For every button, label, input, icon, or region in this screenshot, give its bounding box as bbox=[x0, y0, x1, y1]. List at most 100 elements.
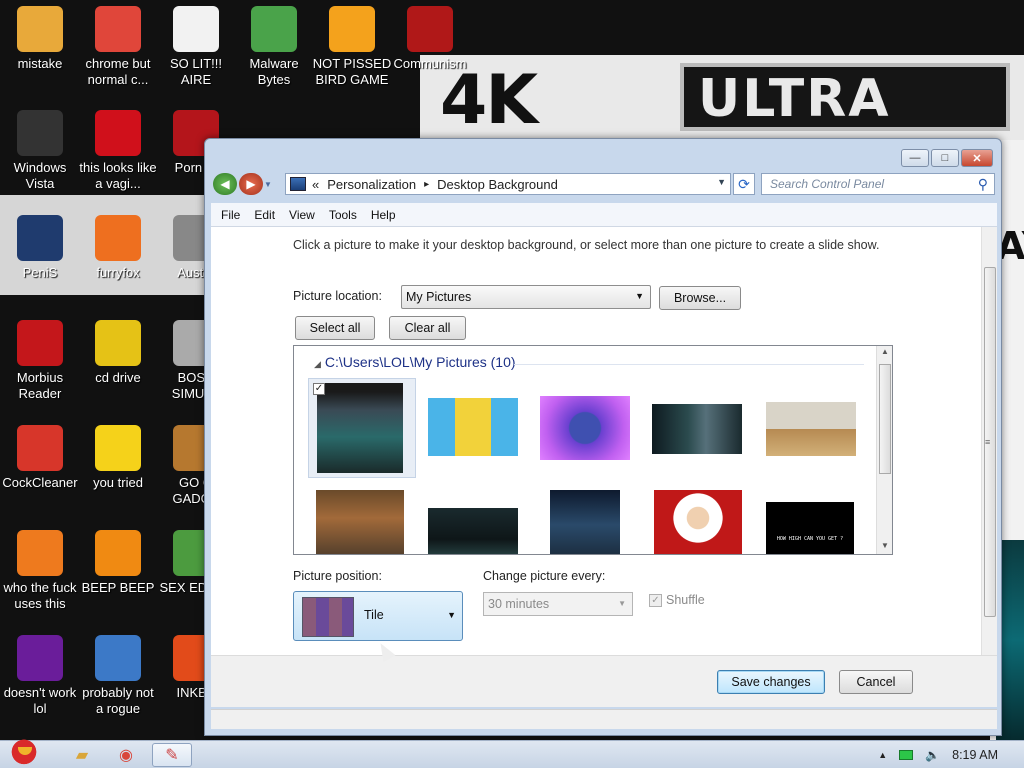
content-pane: Click a picture to make it your desktop … bbox=[211, 227, 997, 655]
menu-file[interactable]: File bbox=[221, 208, 240, 222]
picture-thumb-2[interactable] bbox=[420, 378, 528, 478]
desktop-icon-label: cd drive bbox=[95, 370, 141, 385]
desktop-icon-1[interactable]: mistake bbox=[0, 6, 80, 72]
save-changes-button[interactable]: Save changes bbox=[717, 670, 825, 694]
picture-thumb-3[interactable] bbox=[532, 378, 640, 478]
desktop-icon-19[interactable]: who the fuck uses this bbox=[0, 530, 80, 612]
picture-santa bbox=[654, 490, 742, 554]
desktop-icon-4[interactable]: Malware Bytes bbox=[234, 6, 314, 88]
shuffle-check-icon: ✓ bbox=[649, 593, 662, 607]
back-button[interactable]: ◀ bbox=[213, 173, 237, 195]
breadcrumb-desktop-background[interactable]: Desktop Background bbox=[437, 177, 558, 192]
breadcrumb-separator-icon[interactable]: ▸ bbox=[424, 179, 429, 190]
forward-arrow-icon: ▶ bbox=[246, 177, 256, 191]
picture-checkbox[interactable]: ✓ bbox=[313, 383, 325, 395]
start-button[interactable] bbox=[2, 731, 46, 768]
desktop-icon-8[interactable]: this looks like a vagi... bbox=[78, 110, 158, 192]
picture-thumb-10[interactable]: HOW HIGH CAN YOU GET ? bbox=[756, 486, 864, 554]
volume-icon[interactable]: 🔈 bbox=[925, 748, 940, 762]
desktop-icon-22[interactable]: doesn't work lol bbox=[0, 635, 80, 717]
content-scrollbar[interactable]: ≡ bbox=[981, 227, 997, 655]
close-button[interactable]: ✕ bbox=[961, 149, 993, 167]
back-arrow-icon: ◀ bbox=[220, 177, 230, 191]
recent-pages-dropdown[interactable]: ▼ bbox=[264, 180, 276, 189]
refresh-button[interactable]: ⟳ bbox=[733, 173, 755, 195]
desktop-background-window: — □ ✕ ◀ ▶ ▼ « Personalization ▸ Desktop … bbox=[204, 138, 1002, 736]
desktop-icon-label: Windows Vista bbox=[13, 160, 67, 191]
clear-all-button[interactable]: Clear all bbox=[389, 316, 466, 340]
shuffle-checkbox: ✓ Shuffle bbox=[649, 593, 705, 607]
picture-thumb-8[interactable] bbox=[532, 486, 640, 554]
breadcrumb-overflow[interactable]: « bbox=[312, 177, 319, 192]
desktop-icon-6[interactable]: Communism bbox=[390, 6, 470, 72]
scroll-down-icon[interactable]: ▼ bbox=[881, 541, 889, 550]
desktop-icon-14[interactable]: cd drive bbox=[78, 320, 158, 386]
picture-thumb-6[interactable] bbox=[308, 486, 416, 554]
desktop-icon-17[interactable]: you tried bbox=[78, 425, 158, 491]
desktop-icon-label: chrome but normal c... bbox=[85, 56, 151, 87]
desktop-icon-13[interactable]: Morbius Reader bbox=[0, 320, 80, 402]
maximize-button[interactable]: □ bbox=[931, 149, 959, 167]
browse-button[interactable]: Browse... bbox=[659, 286, 741, 310]
status-bar bbox=[211, 709, 997, 729]
desktop-icon-20[interactable]: BEEP BEEP bbox=[78, 530, 158, 596]
picture-thumb-5[interactable] bbox=[756, 378, 864, 478]
scroll-up-icon[interactable]: ▲ bbox=[881, 347, 889, 356]
desktop-icon-label: PeniS bbox=[22, 265, 58, 280]
search-input[interactable]: Search Control Panel ⚲ bbox=[761, 173, 995, 195]
battery-icon[interactable] bbox=[899, 750, 914, 760]
desktop-icon-label: mistake bbox=[17, 56, 63, 71]
address-bar[interactable]: « Personalization ▸ Desktop Background ▼ bbox=[285, 173, 731, 195]
taskbar-explorer[interactable]: ▰ bbox=[62, 743, 102, 767]
search-icon[interactable]: ⚲ bbox=[978, 176, 988, 193]
menu-tools[interactable]: Tools bbox=[329, 208, 357, 222]
address-dropdown-icon[interactable]: ▼ bbox=[717, 177, 726, 187]
gallery-scroll-thumb[interactable] bbox=[879, 364, 891, 474]
picture-position-select[interactable]: Tile ▼ bbox=[293, 591, 463, 641]
menu-edit[interactable]: Edit bbox=[254, 208, 275, 222]
desktop-icon-5[interactable]: NOT PISSED BIRD GAME bbox=[312, 6, 392, 88]
control-panel-icon bbox=[290, 177, 306, 191]
taskbar-chrome[interactable]: ◉ bbox=[106, 743, 146, 767]
desktop-icon-7[interactable]: Windows Vista bbox=[0, 110, 80, 192]
menu-view[interactable]: View bbox=[289, 208, 315, 222]
wallpaper-banner: 4K ULTRA bbox=[420, 55, 1024, 140]
picture-thumb-4[interactable] bbox=[644, 378, 752, 478]
desktop-icon-2[interactable]: chrome but normal c... bbox=[78, 6, 158, 88]
picture-dark-scene bbox=[428, 508, 518, 554]
gallery-scrollbar[interactable]: ▲ ▼ bbox=[876, 346, 892, 554]
picture-vampire-face bbox=[652, 404, 742, 454]
desktop-icon-11[interactable]: furryfox bbox=[78, 215, 158, 281]
cancel-button[interactable]: Cancel bbox=[839, 670, 913, 694]
desktop-icon-23[interactable]: probably not a rogue bbox=[78, 635, 158, 717]
broom-icon bbox=[17, 425, 63, 471]
breadcrumb-personalization[interactable]: Personalization bbox=[327, 177, 416, 192]
wallpaper-ultra-text: ULTRA bbox=[698, 69, 891, 129]
picture-pyramid bbox=[766, 402, 856, 456]
select-all-button[interactable]: Select all bbox=[295, 316, 375, 340]
taskbar-control-panel[interactable]: ✎ bbox=[152, 743, 192, 767]
picture-game-screen: HOW HIGH CAN YOU GET ? bbox=[766, 502, 854, 554]
menu-help[interactable]: Help bbox=[371, 208, 396, 222]
picture-thumb-7[interactable] bbox=[420, 486, 528, 554]
desktop-icon-3[interactable]: SO LIT!!! AIRE bbox=[156, 6, 236, 88]
gallery-header-divider bbox=[514, 364, 864, 365]
shield-icon bbox=[251, 6, 297, 52]
minimize-button[interactable]: — bbox=[901, 149, 929, 167]
search-placeholder: Search Control Panel bbox=[770, 177, 885, 191]
picture-location-select[interactable]: My Pictures ▼ bbox=[401, 285, 651, 309]
chevron-down-icon: ▼ bbox=[447, 610, 456, 620]
forward-button[interactable]: ▶ bbox=[239, 173, 263, 195]
wallpaper-4k-text: 4K bbox=[440, 61, 538, 140]
tray-arrow-icon[interactable]: ▲ bbox=[878, 750, 887, 760]
bird-beak-icon bbox=[18, 747, 32, 755]
picture-location-value: My Pictures bbox=[406, 290, 472, 304]
picture-thumb-1[interactable]: ✓ bbox=[308, 378, 416, 478]
gallery-group-header[interactable]: ◢ C:\Users\LOL\My Pictures (10) bbox=[314, 354, 516, 370]
desktop-icon-10[interactable]: PeniS bbox=[0, 215, 80, 281]
desktop-icon-label: probably not a rogue bbox=[82, 685, 154, 716]
picture-thumb-9[interactable] bbox=[644, 486, 752, 554]
desktop-icon-16[interactable]: CockCleaner bbox=[0, 425, 80, 491]
collapse-icon: ◢ bbox=[314, 359, 321, 369]
clock[interactable]: 8:19 AM bbox=[952, 748, 998, 762]
